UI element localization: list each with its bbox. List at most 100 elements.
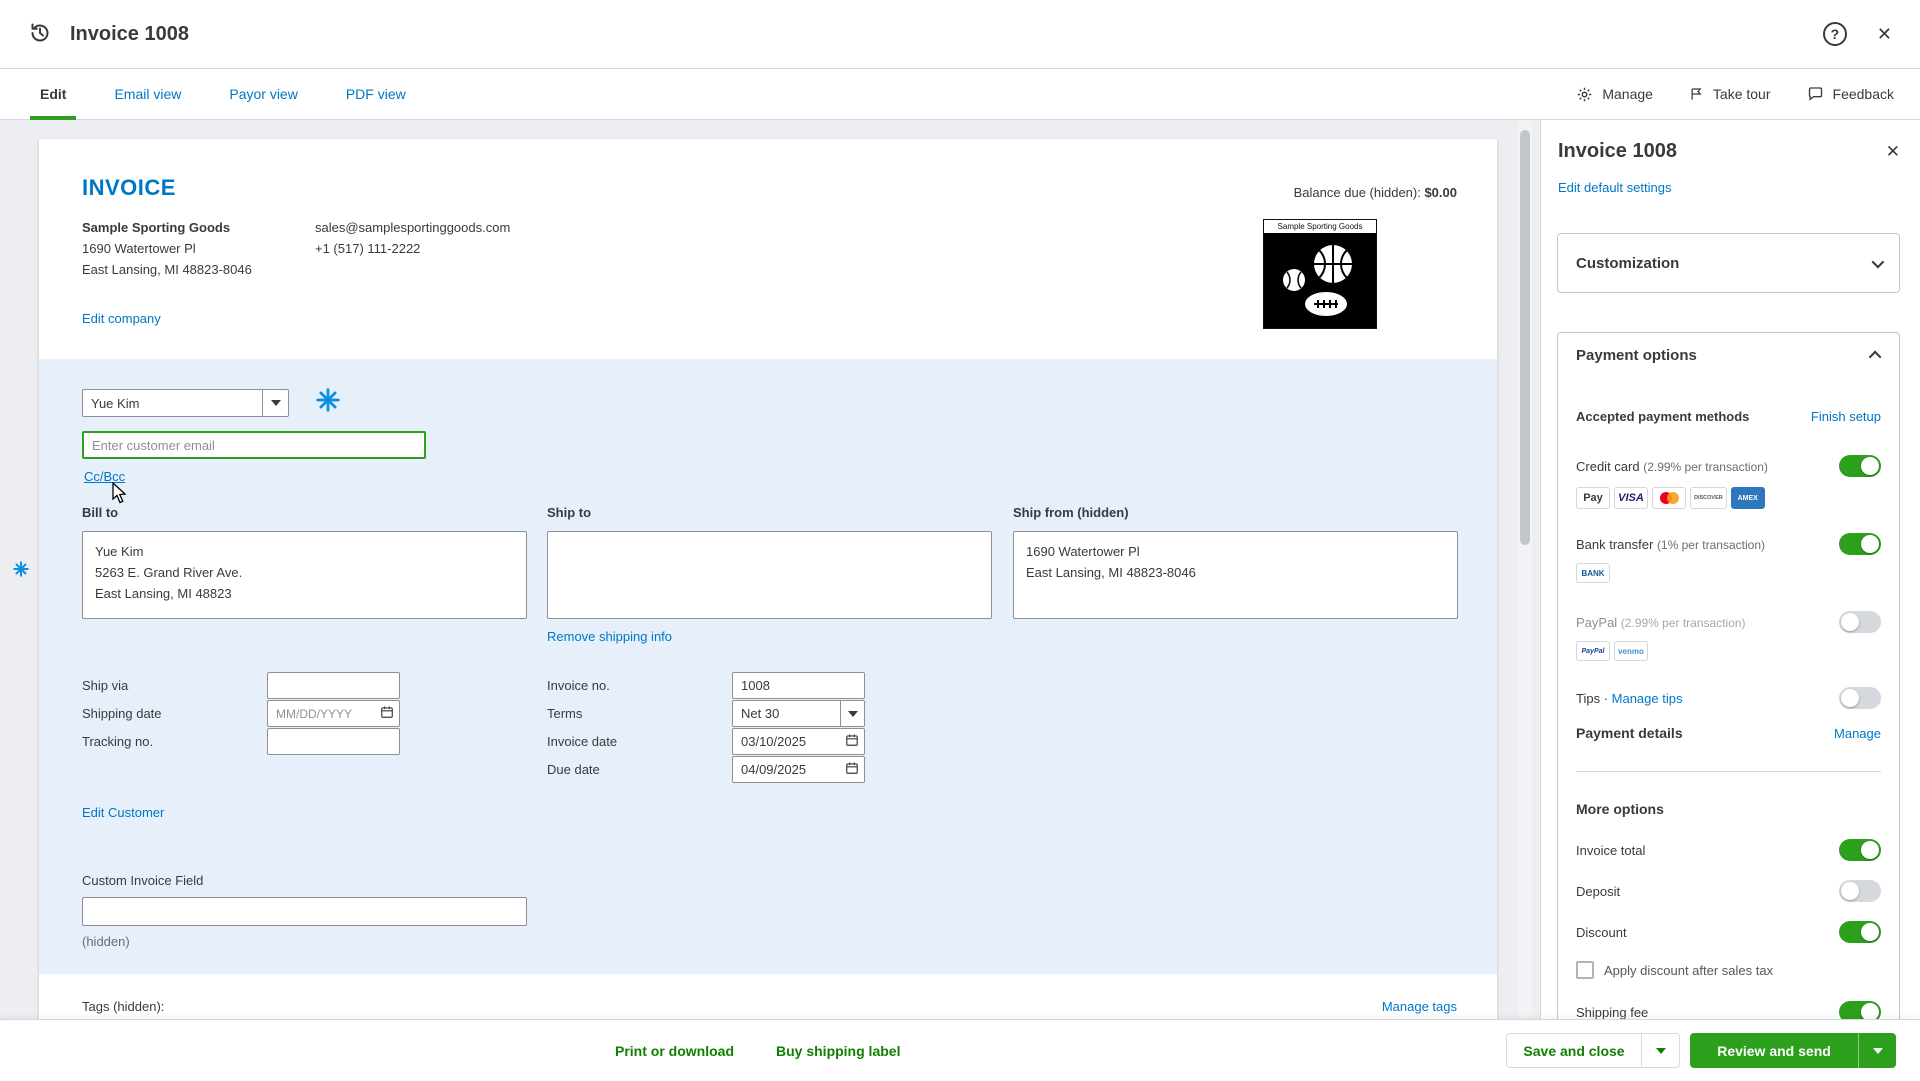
tab-edit[interactable]: Edit — [16, 69, 90, 119]
card-brand-icons: Pay VISA DISCOVER AMEX — [1576, 487, 1881, 509]
customer-select[interactable]: Yue Kim — [82, 389, 289, 417]
payment-details-label: Payment details — [1576, 725, 1683, 741]
apply-discount-label: Apply discount after sales tax — [1604, 963, 1773, 978]
invoice-no-label: Invoice no. — [547, 678, 610, 693]
tab-email-view[interactable]: Email view — [90, 69, 205, 119]
due-date-input[interactable]: 04/09/2025 — [732, 756, 865, 783]
drawer-sparkle-icon[interactable] — [12, 560, 30, 581]
main-scrollbar[interactable] — [1518, 120, 1532, 1019]
tracking-no-label: Tracking no. — [82, 734, 153, 749]
calendar-icon[interactable] — [845, 761, 859, 778]
deposit-row: Deposit — [1576, 880, 1881, 902]
take-tour-button[interactable]: Take tour — [1689, 86, 1771, 102]
custom-field-hidden-note: (hidden) — [82, 934, 130, 949]
print-or-download-button[interactable]: Print or download — [615, 1043, 734, 1059]
payment-options-section: Payment options Accepted payment methods… — [1557, 332, 1900, 1019]
invoice-date-input[interactable]: 03/10/2025 — [732, 728, 865, 755]
shipping-fee-toggle[interactable] — [1839, 1001, 1881, 1019]
review-and-send-button[interactable]: Review and send — [1690, 1033, 1896, 1068]
review-and-send-label[interactable]: Review and send — [1690, 1033, 1859, 1068]
ship-to-box[interactable] — [547, 531, 992, 619]
company-contact-block: sales@samplesportinggoods.com +1 (517) 1… — [315, 217, 510, 259]
paypal-toggle[interactable] — [1839, 611, 1881, 633]
feedback-button[interactable]: Feedback — [1807, 86, 1894, 102]
tips-text: Tips · — [1576, 691, 1612, 706]
invoice-total-toggle[interactable] — [1839, 839, 1881, 861]
tab-pdf-view-label: PDF view — [346, 86, 406, 102]
company-logo[interactable]: Sample Sporting Goods — [1263, 219, 1377, 329]
terms-select[interactable]: Net 30 — [732, 700, 865, 727]
bill-to-line3: East Lansing, MI 48823 — [95, 583, 514, 604]
tracking-no-input[interactable] — [267, 728, 400, 755]
bank-transfer-label: Bank transfer (1% per transaction) — [1576, 537, 1765, 552]
credit-card-label: Credit card (2.99% per transaction) — [1576, 459, 1768, 474]
remove-shipping-link[interactable]: Remove shipping info — [547, 629, 672, 644]
credit-card-toggle[interactable] — [1839, 455, 1881, 477]
company-name: Sample Sporting Goods — [82, 217, 252, 238]
close-icon[interactable]: ✕ — [1877, 24, 1892, 45]
tips-toggle[interactable] — [1839, 687, 1881, 709]
manage-tips-link[interactable]: Manage tips — [1612, 691, 1683, 706]
invoice-editor-area: INVOICE Balance due (hidden): $0.00 Samp… — [0, 120, 1540, 1019]
ship-via-input[interactable] — [267, 672, 400, 699]
edit-company-link[interactable]: Edit company — [82, 311, 161, 326]
tour-flag-icon — [1689, 86, 1704, 102]
bank-transfer-toggle[interactable] — [1839, 533, 1881, 555]
due-date-value: 04/09/2025 — [741, 762, 806, 777]
main-scrollbar-thumb[interactable] — [1520, 130, 1530, 545]
terms-select-value: Net 30 — [733, 701, 840, 726]
payment-options-header[interactable]: Payment options — [1576, 347, 1881, 364]
discount-toggle[interactable] — [1839, 921, 1881, 943]
ship-to-label: Ship to — [547, 505, 591, 520]
save-and-close-label[interactable]: Save and close — [1507, 1034, 1642, 1067]
apply-discount-checkbox[interactable] — [1576, 961, 1594, 979]
custom-field-label: Custom Invoice Field — [82, 873, 203, 888]
shipping-date-placeholder: MM/DD/YYYY — [276, 707, 352, 721]
shipping-date-label: Shipping date — [82, 706, 162, 721]
finish-setup-link[interactable]: Finish setup — [1811, 409, 1881, 424]
terms-select-arrow[interactable] — [840, 701, 864, 726]
customer-select-arrow[interactable] — [262, 390, 288, 416]
manage-button[interactable]: Manage — [1576, 86, 1653, 103]
tips-row: Tips · Manage tips — [1576, 687, 1881, 709]
edit-customer-link[interactable]: Edit Customer — [82, 805, 164, 820]
paypal-row: PayPal (2.99% per transaction) — [1576, 611, 1881, 633]
save-and-close-button[interactable]: Save and close — [1506, 1033, 1680, 1068]
history-icon[interactable] — [28, 21, 52, 48]
calendar-icon[interactable] — [380, 705, 394, 722]
paypal-note: (2.99% per transaction) — [1621, 616, 1746, 630]
invoice-total-row: Invoice total — [1576, 839, 1881, 861]
page-title: Invoice 1008 — [70, 23, 189, 46]
bill-to-box[interactable]: Yue Kim 5263 E. Grand River Ave. East La… — [82, 531, 527, 619]
tab-payor-view-label: Payor view — [229, 86, 297, 102]
deposit-toggle[interactable] — [1839, 880, 1881, 902]
calendar-icon[interactable] — [845, 733, 859, 750]
tips-label: Tips · Manage tips — [1576, 691, 1682, 706]
bill-to-label: Bill to — [82, 505, 118, 520]
save-and-close-dropdown[interactable] — [1642, 1034, 1679, 1067]
ship-from-box[interactable]: 1690 Watertower Pl East Lansing, MI 4882… — [1013, 531, 1458, 619]
manage-tags-link[interactable]: Manage tags — [1382, 999, 1457, 1014]
help-icon[interactable]: ? — [1823, 22, 1847, 46]
customization-section[interactable]: Customization — [1557, 233, 1900, 293]
invoice-date-value: 03/10/2025 — [741, 734, 806, 749]
custom-field-input[interactable] — [82, 897, 527, 926]
bank-icon: BANK — [1576, 563, 1610, 583]
shipping-date-input[interactable]: MM/DD/YYYY — [267, 700, 400, 727]
tab-payor-view[interactable]: Payor view — [205, 69, 321, 119]
review-and-send-dropdown[interactable] — [1859, 1033, 1896, 1068]
invoice-no-input[interactable] — [732, 672, 865, 699]
bank-transfer-note: (1% per transaction) — [1657, 538, 1765, 552]
payment-details-manage-link[interactable]: Manage — [1834, 726, 1881, 741]
tab-pdf-view[interactable]: PDF view — [322, 69, 430, 119]
customer-email-input[interactable] — [82, 431, 426, 459]
discount-row: Discount — [1576, 921, 1881, 943]
buy-shipping-label-button[interactable]: Buy shipping label — [776, 1043, 900, 1059]
manage-label: Manage — [1602, 86, 1653, 102]
company-address-line1: 1690 Watertower Pl — [82, 238, 252, 259]
accepted-methods-label: Accepted payment methods — [1576, 409, 1749, 424]
panel-close-icon[interactable]: ✕ — [1886, 142, 1900, 162]
paypal-text: PayPal — [1576, 615, 1621, 630]
edit-default-settings-link[interactable]: Edit default settings — [1558, 180, 1671, 195]
terms-label: Terms — [547, 706, 582, 721]
